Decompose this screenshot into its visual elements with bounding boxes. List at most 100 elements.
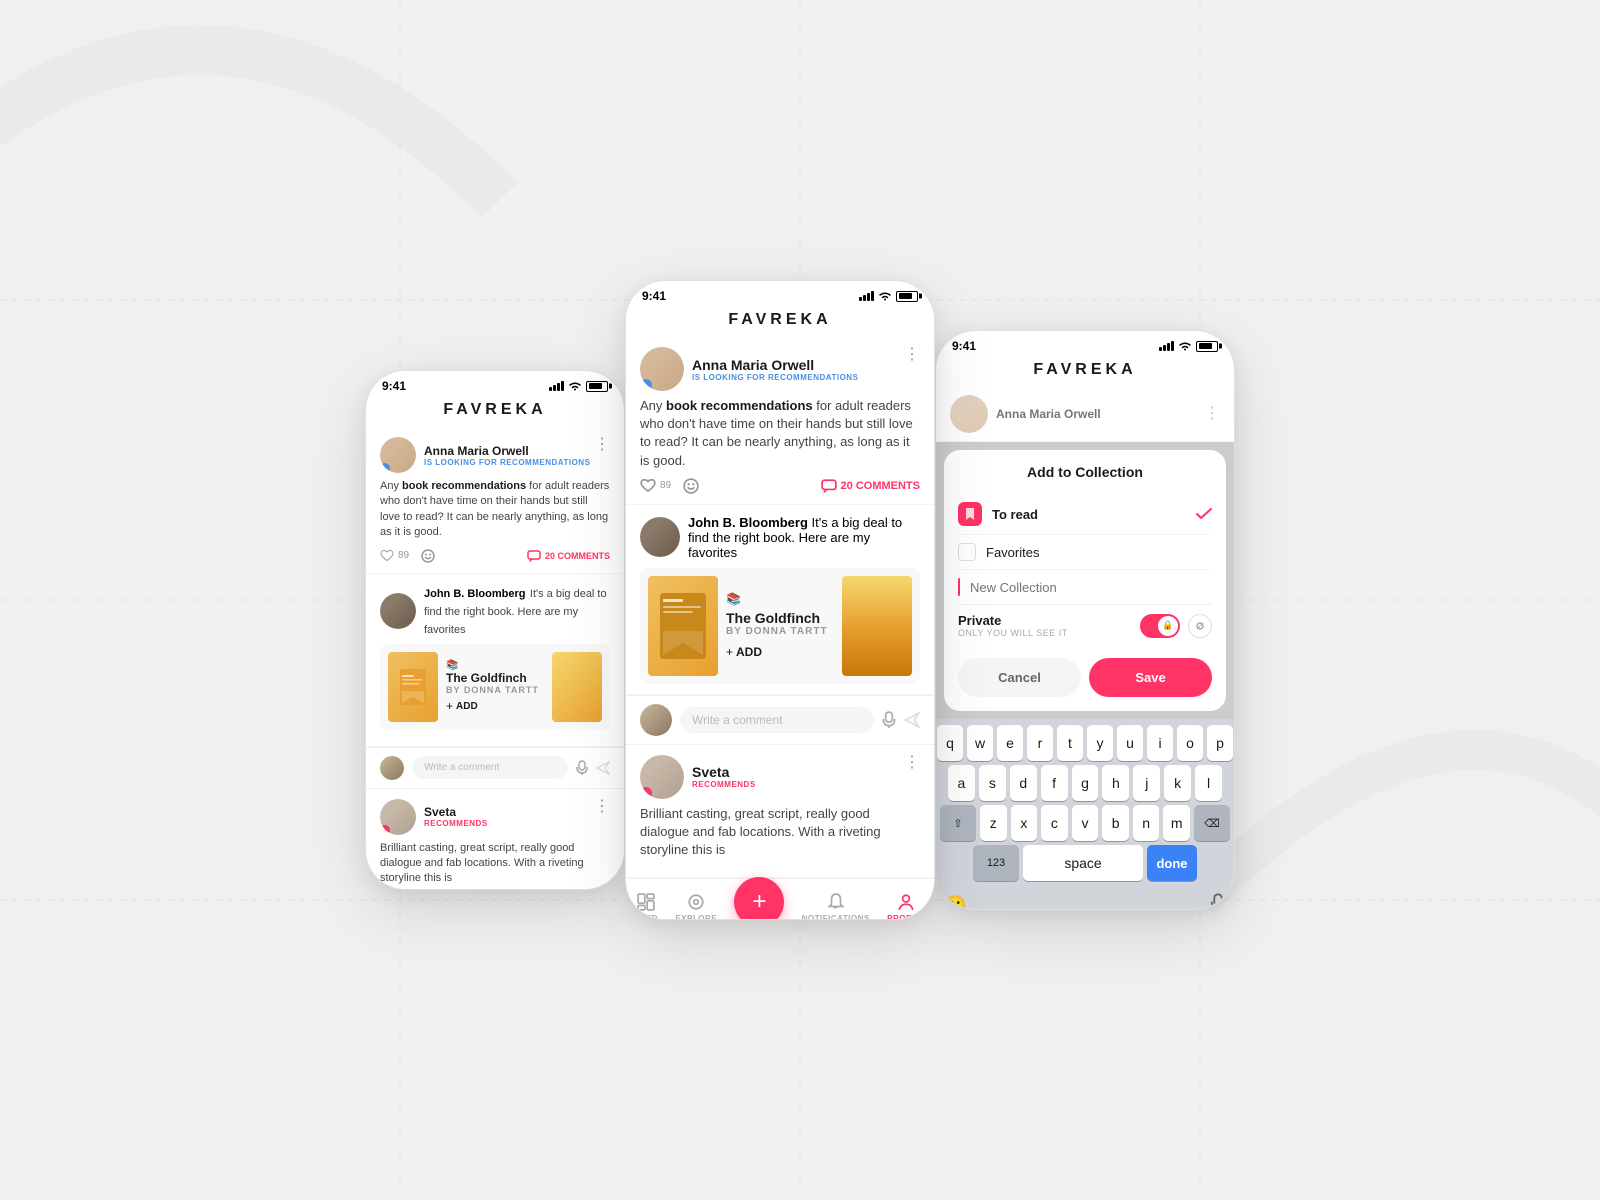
mic-kbd-btn[interactable]	[1210, 893, 1226, 910]
likes-count-center: 89	[660, 480, 671, 491]
nav-explore-center[interactable]: EXPLORE	[675, 892, 717, 920]
emoji-action-left[interactable]	[421, 549, 435, 563]
collection-icon-to-read	[958, 502, 982, 526]
nav-explore-label-center: EXPLORE	[675, 914, 717, 920]
nav-add-center[interactable]: +	[734, 887, 784, 920]
post-text-3-left: Brilliant casting, great script, really …	[380, 841, 610, 887]
key-row-3: ⇧ z x c v b n m ⌫	[940, 805, 1230, 841]
comments-action-left[interactable]: 20 COMMENTS	[527, 550, 610, 562]
send-icon-center[interactable]	[904, 712, 920, 728]
key-l[interactable]: l	[1195, 765, 1222, 801]
key-e[interactable]: e	[997, 725, 1023, 761]
key-s[interactable]: s	[979, 765, 1006, 801]
key-f[interactable]: f	[1041, 765, 1068, 801]
checkmark-icon-to-read	[1196, 508, 1212, 520]
text-cursor-right	[958, 578, 960, 596]
book-card-center: 📚 The Goldfinch BY DONNA TARTT + ADD	[640, 568, 920, 684]
phone-center: 9:41 FAVREKA	[625, 280, 935, 920]
mic-icon-center[interactable]	[882, 711, 896, 729]
key-c[interactable]: c	[1041, 805, 1068, 841]
user-status-anna-left: IS LOOKING FOR RECOMMENDATIONS	[424, 458, 590, 467]
add-plus-btn-center[interactable]: +	[734, 877, 784, 920]
cancel-button-right[interactable]: Cancel	[958, 658, 1081, 697]
key-g[interactable]: g	[1072, 765, 1099, 801]
private-sub-label: ONLY YOU WILL SEE IT	[958, 628, 1132, 638]
likes-action-left[interactable]: 89	[380, 550, 409, 562]
user-name-anna-center: Anna Maria Orwell	[692, 357, 858, 373]
key-j[interactable]: j	[1133, 765, 1160, 801]
post-header-1-center: Anna Maria Orwell IS LOOKING FOR RECOMME…	[640, 347, 920, 391]
space-key[interactable]: space	[1023, 845, 1143, 881]
save-button-right[interactable]: Save	[1089, 658, 1212, 697]
key-k[interactable]: k	[1164, 765, 1191, 801]
send-icon-left[interactable]	[596, 761, 610, 775]
post-user-1-left: Anna Maria Orwell IS LOOKING FOR RECOMME…	[380, 437, 590, 473]
signal-icon-left	[549, 381, 564, 391]
comments-action-center[interactable]: 20 COMMENTS	[821, 479, 920, 493]
key-z[interactable]: z	[980, 805, 1007, 841]
book-title-center: The Goldfinch	[726, 610, 830, 626]
key-v[interactable]: v	[1072, 805, 1099, 841]
notifications-icon-center	[828, 893, 844, 911]
key-row-2: a s d f g h j k l	[940, 765, 1230, 801]
status-icons-center	[859, 291, 918, 302]
post-header-1-left: Anna Maria Orwell IS LOOKING FOR RECOMME…	[380, 437, 610, 473]
more-menu-btn-left-1[interactable]: ⋮	[594, 437, 610, 453]
key-b[interactable]: b	[1102, 805, 1129, 841]
private-toggle-btn[interactable]: 🔒	[1140, 614, 1180, 638]
key-n[interactable]: n	[1133, 805, 1160, 841]
collection-item-favorites: Favorites	[958, 535, 1212, 570]
key-o[interactable]: o	[1177, 725, 1203, 761]
avatar-john-left	[380, 593, 416, 629]
num-key[interactable]: 123	[973, 845, 1019, 881]
post-header-3-center: Sveta RECOMMENDS ⋮	[640, 755, 920, 799]
key-q[interactable]: q	[937, 725, 963, 761]
done-key[interactable]: done	[1147, 845, 1197, 881]
post-text-3-center: Brilliant casting, great script, really …	[640, 805, 920, 860]
add-book-btn-left[interactable]: + ADD	[446, 699, 539, 713]
shift-key[interactable]: ⇧	[940, 805, 976, 841]
nav-feed-center[interactable]: FEED	[635, 892, 658, 920]
status-dot-blue-center	[640, 379, 652, 391]
key-i[interactable]: i	[1147, 725, 1173, 761]
partial-more-right[interactable]: ⋮	[1204, 406, 1220, 422]
more-menu-btn-center-3[interactable]: ⋮	[904, 755, 920, 771]
book-title-left: The Goldfinch	[446, 671, 539, 685]
new-collection-input-right[interactable]	[970, 580, 1212, 595]
likes-action-center[interactable]: 89	[640, 479, 671, 493]
emoji-kbd-btn[interactable]: 🙂	[944, 895, 966, 910]
phone-right: 9:41 FAVREKA	[935, 330, 1235, 910]
key-r[interactable]: r	[1027, 725, 1053, 761]
commenter-avatar-center	[640, 704, 672, 736]
nav-notifications-center[interactable]: NOTIFICATIONS	[802, 892, 870, 920]
keyboard-extras-right: 🙂	[936, 889, 1234, 910]
emoji-action-center[interactable]	[683, 478, 699, 494]
comment-bar-center: Write a comment	[626, 695, 934, 745]
key-a[interactable]: a	[948, 765, 975, 801]
key-p[interactable]: p	[1207, 725, 1233, 761]
more-menu-btn-center-1[interactable]: ⋮	[904, 347, 920, 363]
book-back-cover-center	[842, 576, 912, 676]
key-x[interactable]: x	[1011, 805, 1038, 841]
key-d[interactable]: d	[1010, 765, 1037, 801]
key-y[interactable]: y	[1087, 725, 1113, 761]
key-u[interactable]: u	[1117, 725, 1143, 761]
key-t[interactable]: t	[1057, 725, 1083, 761]
key-h[interactable]: h	[1102, 765, 1129, 801]
nav-profile-center[interactable]: PROFILE	[887, 892, 925, 920]
collection-name-to-read: To read	[992, 507, 1186, 522]
checkbox-favorites[interactable]	[958, 543, 976, 561]
delete-key[interactable]: ⌫	[1194, 805, 1230, 841]
comment-input-left[interactable]: Write a comment	[412, 756, 568, 779]
book-cover-svg-center	[658, 591, 708, 661]
key-m[interactable]: m	[1163, 805, 1190, 841]
phones-container: 9:41 FAVREKA	[365, 280, 1235, 920]
key-w[interactable]: w	[967, 725, 993, 761]
more-menu-btn-left-3[interactable]: ⋮	[594, 799, 610, 815]
add-book-btn-center[interactable]: + ADD	[726, 645, 830, 659]
toggle-extra-btn[interactable]	[1188, 614, 1212, 638]
comment-input-center[interactable]: Write a comment	[680, 707, 874, 733]
collection-name-favorites: Favorites	[986, 545, 1212, 560]
post-user-3-left: Sveta RECOMMENDS	[380, 799, 488, 835]
mic-icon-left[interactable]	[576, 760, 588, 776]
